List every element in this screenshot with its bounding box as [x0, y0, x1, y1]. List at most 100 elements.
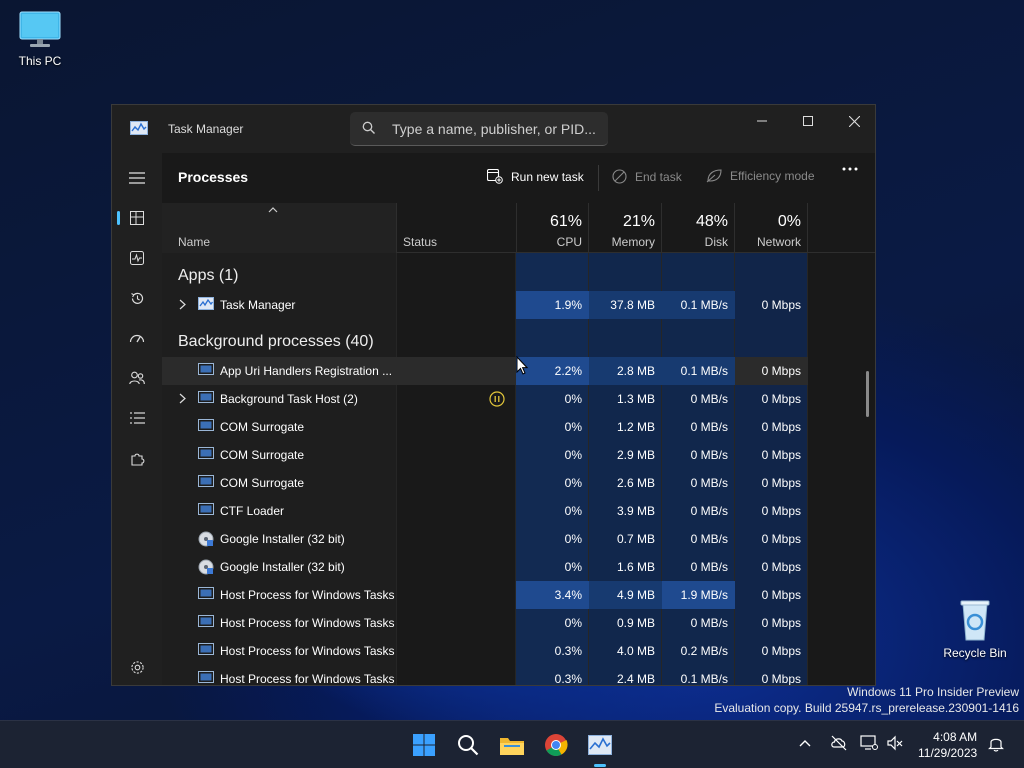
network-cell: 0 Mbps: [761, 392, 801, 406]
nav-processes[interactable]: [117, 201, 154, 235]
column-header-disk[interactable]: 48% Disk: [662, 203, 735, 253]
vertical-scrollbar-thumb[interactable]: [866, 371, 869, 417]
search-icon: [458, 735, 479, 756]
column-network-label: Network: [756, 235, 801, 249]
search-input[interactable]: [390, 118, 604, 140]
system-clock[interactable]: 4:08 AM 11/29/2023: [918, 729, 977, 761]
recycle-bin-desktop-icon[interactable]: Recycle Bin: [935, 598, 1015, 660]
memory-cell: 2.4 MB: [616, 672, 655, 686]
nav-settings[interactable]: [120, 650, 154, 684]
run-new-task-label: Run new task: [511, 169, 584, 184]
table-row[interactable]: Host Process for Windows Tasks 0% 0.9 MB…: [162, 609, 808, 637]
process-window-icon: [198, 419, 214, 431]
task-manager-taskbar-button[interactable]: [584, 729, 616, 767]
group-header-apps[interactable]: Apps (1): [178, 267, 238, 285]
network-monitor-icon[interactable]: [860, 735, 878, 751]
run-new-task-button[interactable]: Run new task: [487, 169, 584, 184]
table-row[interactable]: Task Manager 1.9% 37.8 MB 0.1 MB/s 0 Mbp…: [162, 291, 808, 319]
maximize-button[interactable]: [785, 105, 831, 137]
nav-startup-apps[interactable]: [120, 321, 154, 355]
volume-muted-icon[interactable]: [886, 735, 904, 751]
process-name: COM Surrogate: [220, 420, 305, 434]
file-explorer-button[interactable]: [496, 729, 528, 761]
column-header-name[interactable]: Name: [162, 203, 397, 253]
cpu-cell: 0%: [564, 448, 582, 462]
disk-cell: 1.9 MB/s: [662, 581, 735, 609]
disk-total-percent: 48%: [695, 213, 728, 230]
memory-cell: 37.8 MB: [589, 291, 662, 319]
cloud-offline-icon[interactable]: [830, 735, 848, 751]
column-header-network[interactable]: 0% Network: [735, 203, 808, 253]
process-window-icon: [198, 475, 214, 487]
this-pc-desktop-icon[interactable]: This PC: [0, 10, 80, 68]
table-row[interactable]: Host Process for Windows Tasks 0.3% 4.0 …: [162, 637, 808, 665]
table-row[interactable]: Host Process for Windows Tasks 0.3% 2.4 …: [162, 665, 808, 686]
chrome-button[interactable]: [540, 729, 572, 761]
process-name: Host Process for Windows Tasks: [220, 672, 395, 686]
column-header-memory[interactable]: 21% Memory: [589, 203, 662, 253]
chevron-right-icon[interactable]: [179, 393, 186, 404]
efficiency-mode-button[interactable]: Efficiency mode: [706, 169, 815, 183]
process-name: Google Installer (32 bit): [220, 560, 345, 574]
column-memory-label: Memory: [611, 235, 655, 249]
table-row[interactable]: Google Installer (32 bit) 0% 0.7 MB 0 MB…: [162, 525, 808, 553]
table-row[interactable]: App Uri Handlers Registration ... 2.2% 2…: [162, 357, 808, 385]
chevron-up-icon[interactable]: [799, 739, 811, 747]
column-disk-label: Disk: [704, 235, 728, 249]
table-row[interactable]: COM Surrogate 0% 2.6 MB 0 MB/s 0 Mbps: [162, 469, 808, 497]
watermark-build: Evaluation copy. Build 25947.rs_prerelea…: [714, 701, 1019, 715]
process-name: COM Surrogate: [220, 448, 305, 462]
table-row[interactable]: COM Surrogate 0% 1.2 MB 0 MB/s 0 Mbps: [162, 413, 808, 441]
more-options-button[interactable]: [842, 167, 858, 171]
nav-details[interactable]: [120, 401, 154, 435]
efficiency-mode-label: Efficiency mode: [730, 169, 815, 183]
nav-performance[interactable]: [120, 241, 154, 275]
process-window-icon: [198, 363, 214, 375]
table-row[interactable]: Google Installer (32 bit) 0% 1.6 MB 0 MB…: [162, 553, 808, 581]
clock-time: 4:08 AM: [933, 730, 978, 744]
table-row[interactable]: Background Task Host (2) 0% 1.3 MB 0 MB/…: [162, 385, 808, 413]
cpu-cell: 3.4%: [516, 581, 589, 609]
search-box[interactable]: [350, 112, 608, 146]
services-puzzle-icon: [130, 453, 144, 466]
table-row[interactable]: Host Process for Windows Tasks 3.4% 4.9 …: [162, 581, 808, 609]
memory-cell: 2.9 MB: [616, 448, 655, 462]
search-taskbar-button[interactable]: [452, 729, 484, 761]
column-status-label: Status: [403, 235, 438, 249]
nav-services[interactable]: [120, 441, 154, 475]
chevron-right-icon[interactable]: [179, 299, 186, 310]
table-row[interactable]: CTF Loader 0% 3.9 MB 0 MB/s 0 Mbps: [162, 497, 808, 525]
installer-disc-icon: [198, 531, 214, 547]
process-name: Host Process for Windows Tasks: [220, 644, 395, 658]
cpu-cell: 0%: [564, 420, 582, 434]
network-cell: 0 Mbps: [761, 616, 801, 630]
network-cell: 0 Mbps: [761, 644, 801, 658]
notification-bell-icon[interactable]: [988, 735, 1004, 752]
process-window-icon: [198, 615, 214, 627]
group-header-background[interactable]: Background processes (40): [178, 333, 374, 351]
column-header-status[interactable]: Status: [397, 203, 517, 253]
end-task-label: End task: [635, 169, 682, 184]
windows-logo-icon: [413, 734, 435, 756]
table-row[interactable]: COM Surrogate 0% 2.9 MB 0 MB/s 0 Mbps: [162, 441, 808, 469]
title-bar[interactable]: Task Manager: [112, 105, 875, 153]
column-header-cpu[interactable]: 61% CPU: [516, 203, 589, 253]
taskbar: 4:08 AM 11/29/2023: [0, 720, 1024, 768]
network-total-percent: 0%: [777, 213, 801, 230]
nav-users[interactable]: [120, 361, 154, 395]
column-header: Name Status 61% CPU 21% Memory 48% Disk …: [162, 203, 875, 253]
suspended-status-icon: [489, 391, 505, 407]
end-task-button[interactable]: End task: [612, 169, 682, 184]
start-button[interactable]: [408, 729, 440, 761]
network-cell: 0 Mbps: [761, 504, 801, 518]
this-pc-label: This PC: [18, 54, 62, 68]
network-cell: 0 Mbps: [761, 588, 801, 602]
close-button[interactable]: [831, 105, 875, 137]
hamburger-menu-button[interactable]: [120, 161, 154, 195]
nav-app-history[interactable]: [120, 281, 154, 315]
minimize-button[interactable]: [739, 105, 785, 137]
process-window-icon: [198, 587, 214, 599]
memory-cell: 1.3 MB: [616, 392, 655, 406]
cpu-cell: 0%: [564, 560, 582, 574]
network-cell: 0 Mbps: [761, 476, 801, 490]
